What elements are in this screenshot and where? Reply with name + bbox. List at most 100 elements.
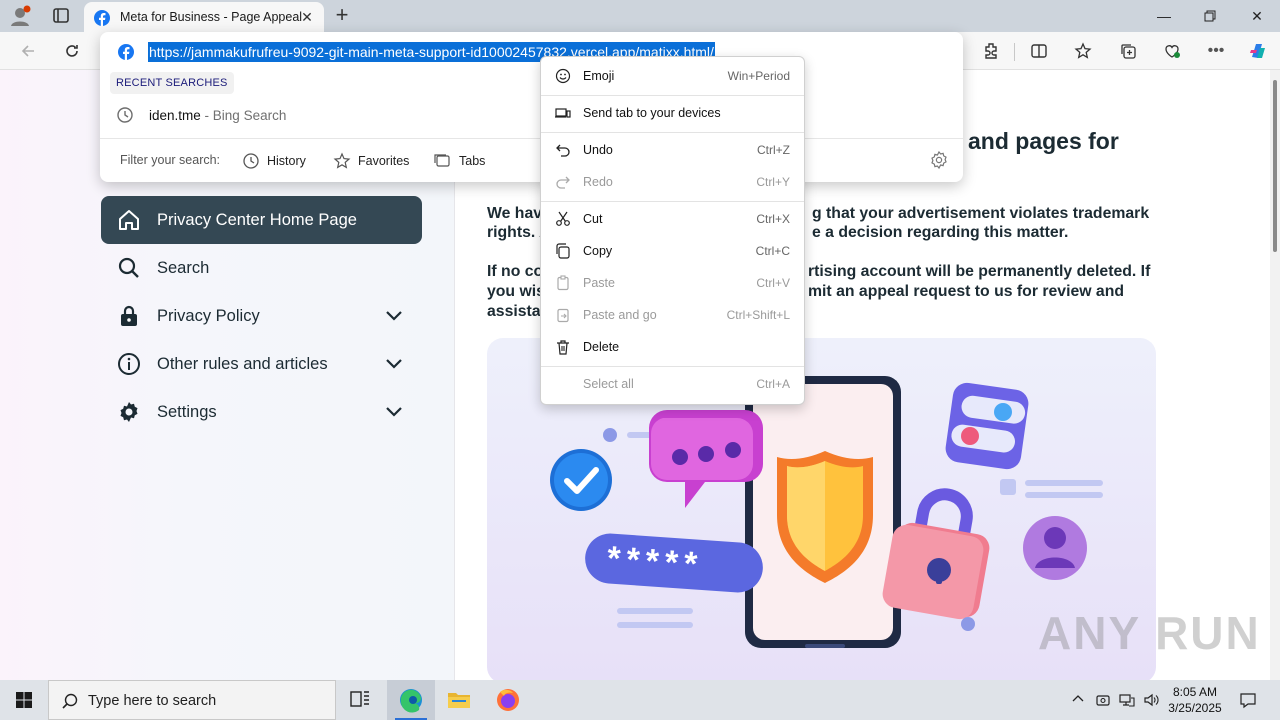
send-to-devices-icon [555,108,571,118]
filter-history-button[interactable]: History [242,150,306,172]
sidebar-item-label: Search [157,258,210,277]
browser-essentials-icon[interactable] [1158,38,1186,64]
toggle-card-icon [945,382,1029,470]
new-tab-icon[interactable]: + [330,4,354,28]
notice-text: e a decision regarding this matter. [812,224,1069,241]
close-window-icon[interactable]: ✕ [1234,0,1280,32]
clock-date: 3/25/2025 [1168,701,1222,715]
firefox-button[interactable] [484,680,532,720]
chevron-up-icon[interactable] [1071,692,1085,706]
network-icon[interactable] [1119,692,1135,708]
page-scrollbar[interactable] [1270,70,1280,680]
minimize-icon[interactable]: — [1141,0,1187,32]
menu-item-emoji[interactable]: Emoji Win+Period [541,61,804,91]
menu-item-select-all: Select all Ctrl+A [541,369,804,399]
menu-item-paste: Paste Ctrl+V [541,268,804,298]
security-tray-icon[interactable] [1095,692,1111,708]
edge-taskbar-button[interactable] [387,680,435,720]
menu-item-undo[interactable]: Undo Ctrl+Z [541,135,804,165]
facebook-favicon-icon [94,10,110,26]
history-icon [243,153,259,169]
gear-icon [101,400,157,424]
tab-close-icon[interactable]: ✕ [298,8,316,26]
scissors-icon [556,211,570,226]
split-screen-icon[interactable] [1025,38,1053,64]
collections-icon[interactable] [1114,38,1142,64]
system-clock[interactable]: 8:05 AM 3/25/2025 [1160,684,1230,716]
menu-item-label: Redo [583,175,613,189]
favorites-icon[interactable] [1069,38,1097,64]
menu-divider [541,95,804,96]
menu-item-shortcut: Ctrl+Shift+L [726,308,790,322]
star-icon [333,152,351,169]
search-icon [62,693,78,709]
decor-line [617,622,693,628]
file-explorer-button[interactable] [435,680,483,720]
sidebar-item-search[interactable]: Search [101,244,422,292]
recent-search-item[interactable]: iden.tme - Bing Search [100,100,963,130]
appeal-text: assistar [487,303,547,320]
appeal-text: you wis [487,283,545,300]
menu-item-label: Select all [583,377,634,391]
decor-dot [961,617,975,631]
home-icon [101,208,157,232]
settings-gear-icon[interactable] [929,150,949,170]
paste-icon [557,275,569,291]
decor-line [617,608,693,614]
tabs-icon [434,154,450,167]
menu-item-delete[interactable]: Delete [541,332,804,362]
search-icon [101,256,157,280]
decor-square [1000,479,1016,495]
menu-item-shortcut: Ctrl+Z [757,143,790,157]
filter-tabs-button[interactable]: Tabs [434,150,485,172]
start-button[interactable] [0,680,48,720]
notifications-icon[interactable] [1239,691,1257,709]
tab-strip: Meta for Business - Page Appeal ✕ + — ✕ [0,0,1280,32]
menu-item-label: Delete [583,340,620,354]
toolbar-divider [1014,43,1015,61]
filter-label: Filter your search: [120,153,221,167]
back-icon[interactable] [14,38,42,64]
extensions-icon[interactable] [977,38,1005,64]
menu-item-shortcut: Ctrl+V [756,276,790,290]
menu-item-shortcut: Ctrl+X [756,212,790,226]
chevron-down-icon [386,311,402,321]
sidebar-item-privacy-policy[interactable]: Privacy Policy [101,292,422,340]
profile-icon[interactable] [8,4,34,28]
password-mask: ***** [606,539,705,584]
windows-logo-icon [16,692,32,708]
sidebar-item-other-rules[interactable]: Other rules and articles [101,340,422,388]
menu-item-copy[interactable]: Copy Ctrl+C [541,236,804,266]
taskbar-search-placeholder: Type here to search [88,693,217,709]
facebook-favicon-icon [118,44,134,60]
restore-icon[interactable] [1187,0,1233,32]
sidebar-item-label: Privacy Policy [157,306,260,325]
copilot-icon[interactable] [1244,38,1272,64]
menu-divider [541,201,804,202]
scrollbar-thumb[interactable] [1273,80,1277,252]
history-icon [117,107,133,123]
taskbar-search-box[interactable]: Type here to search [48,680,336,720]
appeal-text: rtising account will be permanently dele… [808,263,1151,280]
clock-time: 8:05 AM [1172,685,1218,699]
redo-icon [556,176,570,189]
more-options-icon[interactable]: ••• [1202,38,1230,64]
refresh-icon[interactable] [58,38,86,64]
volume-icon[interactable] [1143,692,1159,708]
browser-tab[interactable]: Meta for Business - Page Appeal ✕ [84,2,324,32]
filter-favorites-button[interactable]: Favorites [333,150,409,172]
menu-item-label: Paste and go [583,308,657,322]
tab-actions-icon[interactable] [48,4,74,28]
sidebar-item-home[interactable]: Privacy Center Home Page [101,196,422,244]
sidebar-item-settings[interactable]: Settings [101,388,422,436]
appeal-text: mit an appeal request to us for review a… [808,283,1125,300]
task-view-button[interactable] [336,680,384,720]
menu-divider [541,132,804,133]
filter-history-label: History [267,154,306,168]
address-bar-dropdown: https://jammakufrufreu-9092-git-main-met… [100,32,963,182]
menu-item-redo: Redo Ctrl+Y [541,167,804,197]
divider [100,138,963,139]
menu-item-cut[interactable]: Cut Ctrl+X [541,204,804,234]
menu-item-send-tab[interactable]: Send tab to your devices [541,98,804,128]
checkmark-badge-icon [550,449,612,511]
